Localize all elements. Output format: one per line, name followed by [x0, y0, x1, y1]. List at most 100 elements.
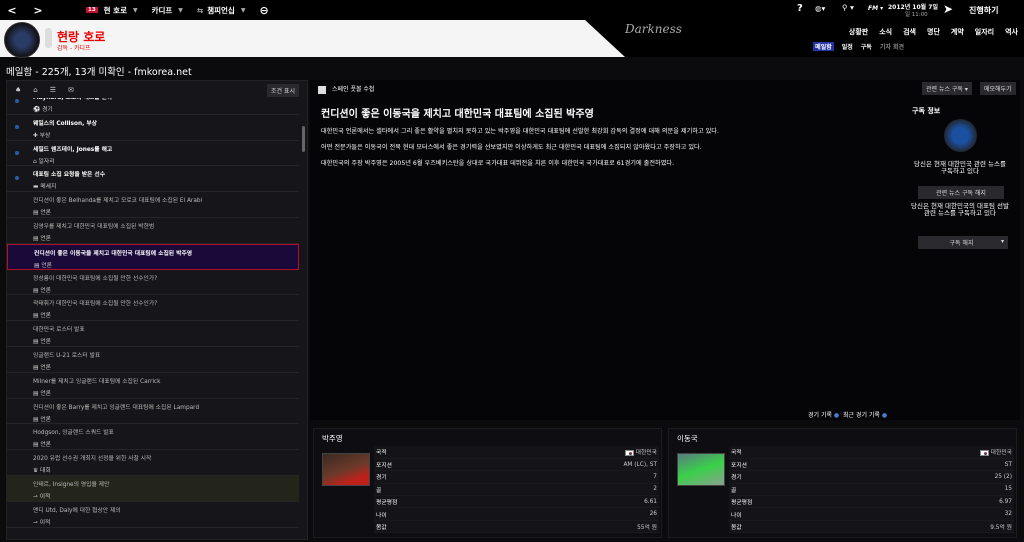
help-icon[interactable]: ? — [797, 3, 803, 14]
category-label: 언론 — [40, 287, 51, 294]
nav-contracts[interactable]: 계약 — [951, 27, 964, 37]
tab-schedule[interactable]: 일정 — [842, 42, 853, 51]
inbox-item[interactable]: 인테르, Insigne의 영입을 제안 ⇀ 이적 — [7, 475, 299, 502]
inbox-item-category: ⇀ 이적 — [33, 491, 299, 500]
continue-button[interactable]: 진행하기 — [969, 5, 998, 16]
stat-value-text: 55억 원 — [637, 525, 657, 532]
inbox-item[interactable]: 컨디션이 좋은 Barry를 제치고 잉글랜드 대표팀에 소집된 Lampard… — [7, 399, 299, 425]
category-label: 대회 — [40, 468, 51, 475]
club-crest[interactable] — [4, 22, 40, 58]
manager-switch[interactable] — [45, 28, 52, 48]
inbox-item[interactable]: 정성룡이 대한민국 대표팀에 소집될 만한 선수인가? ▤ 언론 — [7, 270, 299, 296]
stat-row: 골 15 — [729, 483, 1014, 497]
nav-news[interactable]: 소식 — [879, 27, 892, 37]
stat-value-text: 32 — [1004, 511, 1012, 518]
tab-press-conference[interactable]: 기자 회견 — [880, 42, 904, 51]
sort-up-icon[interactable]: ♠ — [15, 86, 21, 94]
stat-row: 경기 25 (2) — [729, 470, 1014, 484]
stat-value-text: 26 — [649, 511, 657, 518]
recent-stats-link[interactable]: 최근 경기 기록 — [843, 412, 880, 419]
inbox-item-category: ⚽ 경기 — [33, 104, 299, 113]
nav-dashboard[interactable]: 상황판 — [849, 27, 868, 37]
back-icon[interactable]: < — [4, 4, 20, 17]
list-icon[interactable]: ☰ — [50, 86, 56, 94]
article-paragraph: 대한민국의 주장 박주영은 2005년 6월 우즈베키스탄을 상대로 국가대표 … — [321, 160, 675, 167]
inbox-item[interactable]: Maynard, 포포의 레드를 받아 ⚽ 경기 — [7, 98, 299, 115]
forward-icon[interactable]: > — [30, 4, 46, 17]
stat-value-text: 6.61 — [644, 498, 657, 505]
unread-badge[interactable]: 13 — [86, 7, 98, 13]
inbox-item-category: ✚ 부상 — [33, 130, 299, 139]
unread-dot — [15, 99, 19, 103]
team-menu[interactable]: 카디프 — [152, 5, 173, 16]
inbox-toolbar: ♠ ⌂ ☰ ✉ 조건 표시 — [7, 81, 307, 98]
match-stats-link[interactable]: 경기 기록 — [808, 412, 832, 419]
category-label: 언론 — [41, 262, 52, 269]
inbox-item[interactable]: 대표팀 소집 요청을 받은 선수 ▬ 메세지 — [7, 166, 299, 193]
unsubscribe-related-button[interactable]: 관련 뉴스 구독 해지 — [918, 186, 1004, 199]
player-name[interactable]: 이동국 — [677, 433, 698, 444]
inbox-item[interactable]: Milner를 제치고 잉글랜드 대표팀에 소집된 Carrick ▤ 언론 — [7, 373, 299, 399]
inbox-item[interactable]: 컨디션이 좋은 이동국을 제치고 대한민국 대표팀에 소집된 박주영 ▤ 언론 — [7, 243, 299, 270]
inbox-item-category: ▤ 언론 — [33, 362, 299, 371]
stat-value: 대한민국 — [846, 446, 1014, 459]
stat-row: 포지션 ST — [729, 458, 1014, 472]
inbox-item[interactable]: 맨디 Utd, Daly에 대한 협상안 제의 ⇀ 이적 — [7, 502, 299, 528]
chevron-down-icon[interactable]: ▼ — [133, 7, 138, 14]
unread-dot — [15, 124, 19, 129]
filter-button[interactable]: 조건 표시 — [267, 84, 299, 97]
mail-icon[interactable]: ✉ — [68, 86, 74, 94]
chevron-down-icon[interactable]: ▼ — [241, 7, 246, 14]
player-name[interactable]: 박주영 — [322, 433, 343, 444]
inbox-item[interactable]: 세필드 웬즈데이, Jones를 해고 ⌂ 일자리 — [7, 141, 299, 167]
globe-icon[interactable]: ◍▾ — [815, 4, 825, 13]
tab-subscriptions[interactable]: 구독 — [861, 42, 872, 51]
memo-button[interactable]: 메모해두기 — [980, 82, 1016, 95]
player-stats-table: 국적 대한민국 포지션 AM (LC), ST 경기 7 골 2 평균평점 6.61 나이 26 몸값 5… — [374, 446, 659, 534]
category-icon: ▬ — [33, 184, 39, 191]
inbox-item[interactable]: 2020 유럽 선수권 개최지 선정을 위한 사찰 시작 ♛ 대회 — [7, 450, 299, 476]
category-icon: ♛ — [33, 468, 39, 475]
continue-arrow-icon[interactable]: ➤ — [943, 2, 953, 16]
chevron-down-icon[interactable]: ▼ — [178, 7, 183, 14]
inbox-item[interactable]: 컨디션이 좋은 Belhanda를 제치고 모로코 대표팀에 소집된 El Ar… — [7, 192, 299, 218]
stat-row: 골2 — [374, 483, 659, 497]
related-news-button[interactable]: 관련 뉴스 구독 ▾ — [922, 82, 972, 95]
inbox-item-title: Hodgson, 잉글랜드 스쿼드 발표 — [33, 430, 114, 437]
inbox-item[interactable]: 웨일스의 Collison, 부상 ✚ 부상 — [7, 115, 299, 141]
inbox-item-category: ▤ 언론 — [34, 260, 298, 269]
tab-inbox[interactable]: 메일함 — [813, 42, 834, 51]
inbox-item[interactable]: 곽태휘가 대한민국 대표팀에 소집될 만한 선수인가? ▤ 언론 — [7, 295, 299, 322]
search-icon[interactable]: ⚲ ▾ — [842, 3, 854, 12]
category-icon: ▤ — [33, 235, 39, 242]
fm-menu[interactable]: FM ▾ — [868, 5, 883, 12]
competition-menu[interactable]: 챔피언십 — [207, 5, 235, 16]
category-icon: ▤ — [33, 442, 39, 449]
category-label: 언론 — [40, 416, 51, 423]
club-menu[interactable]: 현 호로 — [104, 5, 127, 16]
more-icon[interactable]: ⊖ — [259, 4, 268, 17]
stat-row: 경기 7 — [374, 470, 659, 484]
nav-jobs[interactable]: 일자리 — [975, 27, 994, 37]
category-icon: ▤ — [33, 287, 39, 294]
inbox-item[interactable]: 대한민국 로스터 발표 ▤ 언론 — [7, 321, 299, 347]
scrollbar[interactable] — [302, 126, 305, 152]
unsubscribe-dropdown[interactable]: 구독 해지 ▾ — [918, 236, 1008, 249]
stat-value-text: AM (LC), ST — [623, 461, 657, 468]
category-label: 언론 — [40, 235, 51, 242]
inbox-item[interactable]: 잉글랜드 U-21 로스터 발표 ▤ 언론 — [7, 347, 299, 373]
category-label: 부상 — [39, 132, 51, 139]
inbox-item-title: 대한민국 로스터 발표 — [33, 327, 85, 334]
inbox-item[interactable]: Hodgson, 잉글랜드 스쿼드 발표 ▤ 언론 — [7, 424, 299, 451]
player-photo — [677, 453, 725, 486]
inbox-item-title: Maynard, 포포의 레드를 받아 — [33, 98, 113, 101]
nav-squad[interactable]: 명단 — [927, 27, 940, 37]
inbox-item-title: 웨일스의 Collison, 부상 — [33, 120, 97, 127]
stat-label: 경기 — [374, 470, 489, 484]
inbox-item[interactable]: 김영우를 제치고 대한민국 대표팀에 소집된 박현범 ▤ 언론 — [7, 218, 299, 244]
home-icon[interactable]: ⌂ — [33, 86, 37, 94]
nav-history[interactable]: 역사 — [1005, 27, 1018, 37]
nav-search[interactable]: 검색 — [903, 27, 916, 37]
category-icon: ▤ — [33, 210, 39, 217]
stat-value: ST — [846, 458, 1014, 472]
